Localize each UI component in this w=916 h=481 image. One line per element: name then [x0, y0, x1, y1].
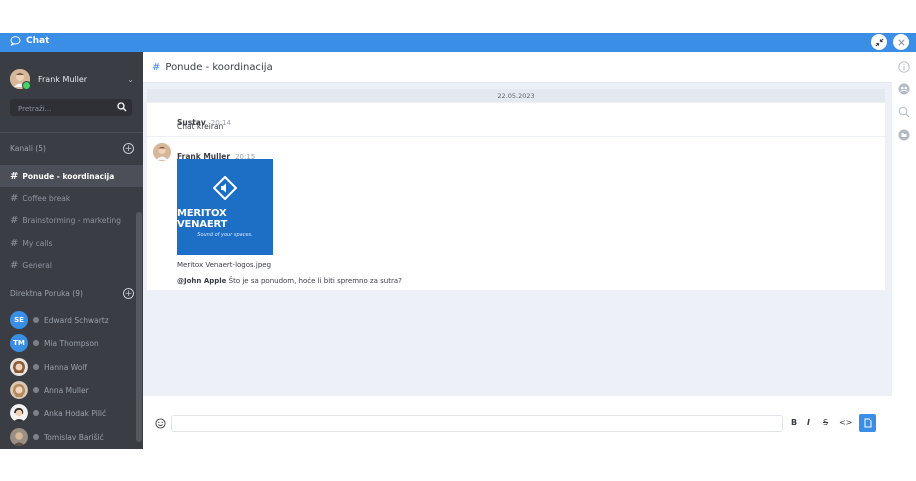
app-title: Chat [10, 36, 49, 46]
avatar: TM [10, 334, 28, 352]
hash-icon: # [10, 237, 19, 249]
composer: B I S <> [143, 396, 892, 449]
dm-name: Mia Thompson [44, 338, 99, 348]
dm-item-tomislav[interactable]: Tomislav Barišić [10, 428, 134, 446]
bold-button[interactable]: B [791, 418, 797, 427]
online-indicator [22, 81, 31, 90]
channel-label: General [22, 260, 52, 270]
status-dot [33, 410, 39, 416]
status-dot [33, 340, 39, 346]
hash-icon: # [10, 214, 19, 226]
image-attachment[interactable]: MERITOX VENAERT Sound of your spaces. [177, 159, 273, 255]
date-text: 22.05.2023 [497, 91, 535, 100]
avatar [10, 428, 28, 446]
right-rail [892, 52, 916, 449]
avatar [10, 358, 28, 376]
dm-item-anka[interactable]: Anka Hodak Pilić [10, 404, 134, 422]
close-button[interactable] [893, 34, 909, 50]
close-icon [897, 38, 905, 46]
channels-title: Kanali (5) [10, 143, 46, 153]
image-logo-subtitle: Sound of your spaces. [197, 232, 253, 238]
message-text: Chat kreiran [177, 122, 224, 131]
dm-name: Anka Hodak Pilić [44, 408, 107, 418]
chevron-down-icon[interactable]: ⌄ [127, 75, 134, 84]
divider [0, 132, 143, 133]
avatar [10, 404, 28, 422]
info-icon[interactable] [898, 61, 910, 73]
channel-item-my-calls[interactable]: # My calls [0, 232, 143, 254]
date-separator: 22.05.2023 [147, 89, 885, 102]
channel-header: # Ponude - koordinacija [143, 52, 892, 83]
channels-header: Kanali (5) + [10, 141, 134, 155]
message-frank: Frank Muller 20:15 MERITOX VENAERT Sound … [147, 137, 885, 290]
sidebar: Frank Muller ⌄ Kanali (5) + #Ponude - ko… [0, 52, 143, 449]
direct-title: Direktna Poruka (9) [10, 288, 83, 298]
direct-header: Direktna Poruka (9) + [10, 286, 134, 300]
speaker-logo-icon [213, 176, 237, 200]
hash-icon: # [10, 170, 19, 182]
chat-main: # Ponude - koordinacija 22.05.2023 Susta… [143, 52, 892, 449]
members-icon[interactable] [898, 83, 910, 95]
channel-item-coffee[interactable]: # Coffee break [0, 187, 143, 209]
message-system: Sustav 20:14 Chat kreiran [147, 103, 885, 136]
message-text: Što je sa ponudom, hoće li biti spremno … [228, 277, 402, 285]
avatar [10, 381, 28, 399]
channel-item-brainstorming[interactable]: # Brainstorming - marketing [0, 209, 143, 231]
dm-item-hanna[interactable]: Hanna Wolf [10, 358, 134, 376]
files-icon[interactable] [898, 129, 910, 141]
current-user[interactable]: Frank Muller ⌄ [10, 68, 134, 90]
strikethrough-button[interactable]: S [823, 418, 828, 427]
add-channel-icon[interactable]: + [123, 142, 134, 154]
search-box [10, 99, 132, 116]
image-logo-title: MERITOX VENAERT [177, 208, 228, 230]
dm-item-anna[interactable]: Anna Muller [10, 381, 134, 399]
dm-name: Hanna Wolf [44, 362, 88, 372]
search-icon[interactable] [898, 106, 910, 118]
dm-item-mia[interactable]: TM Mia Thompson [10, 334, 134, 352]
channel-item-general[interactable]: # General [0, 254, 143, 276]
message-text-row: @John Apple Što je sa ponudom, hoće li b… [177, 277, 402, 285]
file-icon [864, 418, 871, 428]
avatar: SE [10, 311, 28, 329]
hash-icon: # [10, 192, 19, 204]
status-dot [33, 364, 39, 370]
dm-name: Tomislav Barišić [44, 432, 104, 442]
user-name: Frank Muller [38, 74, 88, 84]
top-margin [0, 0, 916, 33]
search-input[interactable] [16, 101, 115, 116]
chat-bubble-icon [10, 36, 21, 46]
hash-icon: # [152, 61, 161, 73]
send-button[interactable] [859, 414, 876, 432]
attachment-filename[interactable]: Meritox Venaert-logos.jpeg [177, 261, 271, 269]
app-title-text: Chat [26, 36, 50, 46]
dm-name: Anna Muller [44, 385, 89, 395]
message-input[interactable] [171, 415, 783, 432]
avatar [153, 143, 171, 161]
app-bar: Chat [0, 33, 916, 52]
channel-label: My calls [22, 238, 53, 248]
status-dot [33, 434, 39, 440]
sidebar-scrollbar[interactable] [136, 212, 142, 442]
mention[interactable]: @John Apple [177, 277, 226, 285]
code-button[interactable]: <> [839, 418, 852, 427]
search-icon[interactable] [117, 102, 127, 112]
channel-label: Ponude - koordinacija [22, 171, 115, 181]
dm-item-edward[interactable]: SE Edward Schwartz [10, 311, 134, 329]
status-dot [33, 317, 39, 323]
bottom-margin [0, 449, 916, 481]
dm-name: Edward Schwartz [44, 315, 109, 325]
add-direct-icon[interactable]: + [123, 287, 134, 299]
hash-icon: # [10, 259, 19, 271]
channel-title: Ponude - koordinacija [165, 61, 273, 73]
status-dot [33, 387, 39, 393]
avatar [10, 69, 31, 90]
emoji-icon[interactable] [155, 418, 166, 429]
italic-button[interactable]: I [807, 418, 810, 427]
shrink-icon [875, 38, 883, 46]
minimize-button[interactable] [871, 34, 887, 50]
channel-label: Brainstorming - marketing [22, 215, 122, 225]
channel-item-ponude[interactable]: # Ponude - koordinacija [0, 165, 143, 187]
channel-label: Coffee break [22, 193, 71, 203]
